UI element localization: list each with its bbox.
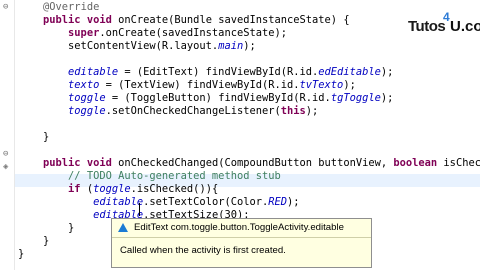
code-token: main: [218, 40, 244, 52]
code-line[interactable]: @Override: [18, 1, 99, 14]
code-token: if: [68, 183, 81, 195]
code-token: editable: [68, 66, 119, 78]
code-token: onCheckedChanged(CompoundButton buttonVi…: [111, 157, 394, 169]
editor-gutter: ⊖ ⊖ ◈: [0, 0, 15, 270]
code-token: onCreate(Bundle savedInstanceState) {: [111, 14, 350, 26]
code-token: );: [305, 105, 319, 117]
code-token: @Override: [43, 1, 100, 13]
code-token: // TODO Auto-generated method stub: [68, 170, 281, 182]
code-line[interactable]: }: [18, 222, 74, 235]
code-token: }: [18, 131, 50, 143]
code-token: tgToggle: [330, 92, 381, 104]
code-token: }: [18, 248, 25, 260]
code-line[interactable]: if (toggle.isChecked()){: [18, 183, 218, 196]
code-token: tvTexto: [299, 79, 344, 91]
code-line[interactable]: editable.setTextColor(Color.RED);: [18, 196, 300, 209]
text-caret: [139, 203, 140, 216]
code-token: = (ToggleButton) findViewById(R.id.: [105, 92, 331, 104]
code-line[interactable]: // TODO Auto-generated method stub: [18, 170, 281, 183]
code-line[interactable]: editable = (EditText) findViewById(R.id.…: [18, 66, 393, 79]
code-token: this: [280, 105, 306, 117]
code-line[interactable]: toggle = (ToggleButton) findViewById(R.i…: [18, 92, 393, 105]
tooltip-header: EditText com.toggle.button.ToggleActivit…: [112, 219, 371, 238]
code-token: );: [380, 66, 394, 78]
code-token: texto: [68, 79, 100, 91]
code-token: .setOnCheckedChangeListener(: [105, 105, 281, 117]
field-icon: [118, 223, 128, 232]
tooltip-title: EditText com.toggle.button.ToggleActivit…: [134, 222, 344, 233]
code-token: = (EditText) findViewById(R.id.: [118, 66, 319, 78]
code-token: );: [380, 92, 394, 104]
code-token: public void: [43, 157, 112, 169]
code-line[interactable]: }: [18, 131, 49, 144]
warning-marker-icon[interactable]: ◈: [3, 162, 13, 173]
code-token: public void: [43, 14, 112, 26]
code-token: .isChecked()){: [130, 183, 219, 195]
code-token: }: [18, 222, 75, 234]
code-line[interactable]: setContentView(R.layout.main);: [18, 40, 256, 53]
code-token: toggle: [68, 92, 106, 104]
code-token: isChecke: [443, 157, 480, 169]
code-token: );: [243, 40, 256, 52]
code-token: super: [68, 27, 100, 39]
code-token: .onCreate(savedInstanceState);: [99, 27, 287, 39]
code-line[interactable]: }: [18, 235, 49, 248]
fold-collapse-icon[interactable]: ⊖: [3, 149, 13, 160]
code-line[interactable]: toggle.setOnCheckedChangeListener(this);: [18, 105, 318, 118]
logo-digit: 4: [443, 10, 450, 24]
code-token: );: [343, 79, 356, 91]
code-token: toggle: [93, 183, 131, 195]
tooltip-body: Called when the activity is first create…: [120, 245, 286, 256]
code-token: boolean: [393, 157, 438, 169]
code-line[interactable]: }: [18, 248, 24, 261]
code-token: .setTextColor(Color.: [143, 196, 269, 208]
code-token: );: [287, 196, 300, 208]
code-token: RED: [268, 196, 288, 208]
logo-text-tutos: Tutos: [408, 18, 446, 35]
logo-text-ucom: U.com: [450, 18, 480, 35]
code-token: = (TextView) findViewById(R.id.: [99, 79, 300, 91]
code-token: (: [80, 183, 94, 195]
tutos4u-logo: Tutos 4 U.com: [408, 10, 480, 38]
code-line[interactable]: public void onCreate(Bundle savedInstanc…: [18, 14, 350, 27]
code-token: toggle: [68, 105, 106, 117]
fold-collapse-icon[interactable]: ⊖: [3, 2, 13, 13]
hover-tooltip: EditText com.toggle.button.ToggleActivit…: [111, 218, 372, 268]
code-token: editable: [93, 196, 144, 208]
code-token: }: [18, 235, 50, 247]
code-line[interactable]: public void onCheckedChanged(CompoundBut…: [18, 157, 480, 170]
code-token: setContentView(R.layout.: [18, 40, 219, 52]
code-line[interactable]: texto = (TextView) findViewById(R.id.tvT…: [18, 79, 356, 92]
code-line[interactable]: super.onCreate(savedInstanceState);: [18, 27, 287, 40]
code-token: edEditable: [318, 66, 381, 78]
